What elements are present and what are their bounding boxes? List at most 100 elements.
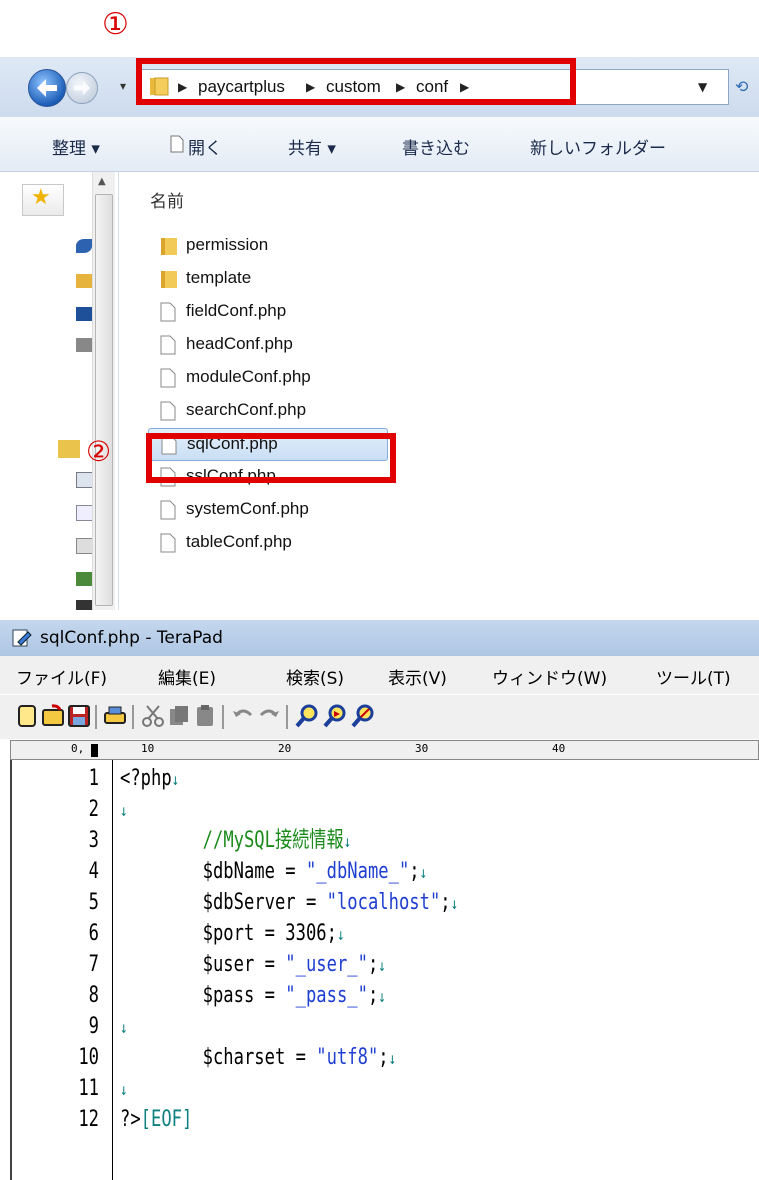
file-explorer-window: ▾ ▶ paycartplus ▶ custom ▶ conf ▶ ▼ ⟲ 整理… — [0, 57, 759, 610]
code-line: $dbServer = "localhost";↓ — [120, 890, 459, 915]
line-break-marker: ↓ — [343, 832, 352, 851]
redo-icon[interactable] — [256, 703, 282, 729]
line-number: 11 — [78, 1076, 99, 1101]
file-row-fieldconf[interactable]: fieldConf.php — [148, 296, 759, 329]
undo-icon[interactable] — [230, 703, 256, 729]
file-row-systemconf[interactable]: systemConf.php — [148, 494, 759, 527]
file-row-permission[interactable]: permission — [148, 230, 759, 263]
downloads-folder-icon[interactable] — [76, 274, 92, 288]
terapad-app-icon — [12, 629, 32, 647]
explorer-toolbar: 整理 ▾ 開く 共有 ▾ 書き込む 新しいフォルダー — [0, 117, 759, 172]
ruler-label: 0, — [71, 742, 85, 755]
network-icon[interactable] — [76, 338, 92, 352]
line-number: 3 — [88, 828, 99, 853]
ruler-label: 20 — [278, 742, 292, 755]
toolbar-separator — [286, 705, 288, 729]
line-number: 9 — [88, 1014, 99, 1039]
back-button[interactable] — [28, 69, 66, 107]
menu-edit[interactable]: 編集(E) — [158, 664, 216, 689]
menu-file[interactable]: ファイル(F) — [16, 664, 107, 689]
terapad-toolbar — [0, 694, 759, 739]
menu-tools[interactable]: ツール(T) — [656, 664, 731, 689]
line-break-marker: ↓ — [120, 1080, 128, 1099]
libraries-icon[interactable] — [58, 440, 80, 458]
terapad-window: sqlConf.php - TeraPad ファイル(F) 編集(E) 検索(S… — [0, 620, 759, 1180]
ruler-cursor-marker — [91, 744, 98, 757]
pictures-icon[interactable] — [76, 572, 92, 586]
line-break-marker: ↓ — [120, 801, 128, 820]
refresh-icon[interactable]: ⟲ — [735, 77, 748, 96]
folder-icon — [161, 271, 177, 288]
share-button[interactable]: 共有 ▾ — [288, 134, 336, 159]
ruler-label: 30 — [415, 742, 429, 755]
line-break-marker: ↓ — [388, 1049, 397, 1068]
code-line: $dbName = "_dbName_";↓ — [120, 859, 428, 884]
menu-window[interactable]: ウィンドウ(W) — [492, 664, 607, 689]
copy-icon[interactable] — [166, 703, 192, 729]
ruler-label: 10 — [141, 742, 155, 755]
php-file-icon — [160, 500, 176, 520]
php-file-icon — [160, 533, 176, 553]
toolbar-separator — [222, 705, 224, 729]
new-folder-button[interactable]: 新しいフォルダー — [530, 134, 666, 159]
scroll-up-icon[interactable]: ▲ — [98, 176, 106, 187]
forward-button[interactable] — [66, 72, 98, 104]
line-break-marker: ↓ — [378, 987, 386, 1006]
eof-marker: [EOF] — [140, 1107, 193, 1132]
toolbar-separator — [132, 705, 134, 729]
terapad-titlebar: sqlConf.php - TeraPad — [0, 620, 759, 656]
find-icon[interactable] — [294, 703, 320, 729]
favorites-star-icon[interactable]: ★ — [22, 184, 64, 216]
code-line: ↓ — [120, 1016, 128, 1038]
code-line: //MySQL接続情報↓ — [202, 828, 352, 853]
address-bar-area: ▾ ▶ paycartplus ▶ custom ▶ conf ▶ ▼ ⟲ — [0, 57, 759, 117]
organize-button[interactable]: 整理 ▾ — [52, 134, 100, 159]
cut-icon[interactable] — [140, 703, 166, 729]
file-row-moduleconf[interactable]: moduleConf.php — [148, 362, 759, 395]
file-name: permission — [186, 235, 269, 254]
open-button[interactable]: 開く — [188, 134, 222, 159]
line-number: 5 — [88, 890, 99, 915]
scrollbar-thumb[interactable] — [95, 194, 113, 606]
navigation-scrollbar[interactable]: ▲ — [92, 172, 115, 610]
line-number: 1 — [88, 766, 99, 791]
recent-pages-dropdown-icon[interactable]: ▾ — [120, 79, 126, 93]
paste-icon[interactable] — [192, 703, 218, 729]
toolbar-separator — [95, 705, 97, 729]
document-icon — [170, 135, 184, 153]
address-dropdown-icon[interactable]: ▼ — [698, 80, 707, 94]
line-number: 10 — [78, 1045, 99, 1070]
menu-view[interactable]: 表示(V) — [388, 664, 447, 689]
column-header-name[interactable]: 名前 — [150, 187, 184, 212]
new-file-icon[interactable] — [14, 703, 40, 729]
file-row-template[interactable]: template — [148, 263, 759, 296]
recent-places-icon[interactable] — [76, 307, 92, 321]
replace-icon[interactable] — [350, 703, 376, 729]
annotation-box-address — [136, 58, 576, 105]
print-icon[interactable] — [102, 703, 128, 729]
php-file-icon — [160, 368, 176, 388]
code-line: ↓ — [120, 799, 128, 821]
code-line: $port = 3306;↓ — [120, 921, 345, 946]
menu-search[interactable]: 検索(S) — [286, 664, 344, 689]
desktop-icon[interactable] — [76, 239, 92, 253]
line-number: 8 — [88, 983, 99, 1008]
file-row-searchconf[interactable]: searchConf.php — [148, 395, 759, 428]
burn-button[interactable]: 書き込む — [402, 134, 470, 159]
line-break-marker: ↓ — [419, 863, 428, 882]
line-number: 12 — [78, 1107, 99, 1132]
find-next-icon[interactable] — [322, 703, 348, 729]
file-name: headConf.php — [186, 334, 293, 353]
file-row-tableconf[interactable]: tableConf.php — [148, 527, 759, 560]
line-break-marker: ↓ — [336, 925, 345, 944]
file-name: template — [186, 268, 252, 287]
open-file-icon[interactable] — [40, 703, 66, 729]
line-number: 7 — [88, 952, 99, 977]
file-name: searchConf.php — [186, 400, 307, 419]
file-row-headconf[interactable]: headConf.php — [148, 329, 759, 362]
code-line: ↓ — [120, 1078, 128, 1100]
save-icon[interactable] — [66, 703, 92, 729]
line-number: 6 — [88, 921, 99, 946]
videos-icon[interactable] — [76, 600, 92, 610]
annotation-box-sqlconf — [146, 433, 396, 483]
